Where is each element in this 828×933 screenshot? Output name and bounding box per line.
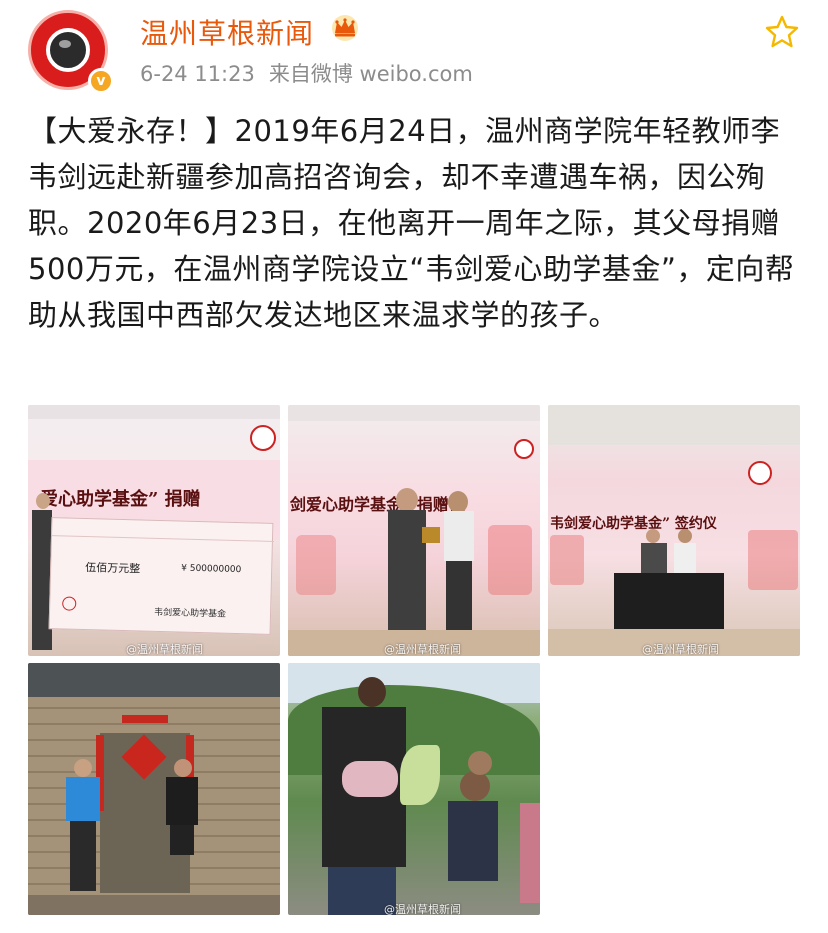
username[interactable]: 温州草根新闻 <box>140 12 314 52</box>
check-amount-number: ¥ 500000000 <box>181 563 242 576</box>
decor-right <box>488 525 532 595</box>
man-left <box>641 543 667 573</box>
man-left-pants <box>70 821 96 891</box>
logo-icon <box>250 425 276 451</box>
logo-icon <box>748 461 772 485</box>
photo-donation-ceremony[interactable]: 剑爱心助学基金” 捐赠仪 @温州草根新闻 <box>288 405 540 656</box>
watermark: @温州草根新闻 <box>384 903 461 915</box>
watermark: @温州草根新闻 <box>126 643 203 656</box>
photo-check-presentation[interactable]: 爱心助学基金” 捐赠 伍佰万元整 ¥ 500000000 韦剑爱心助学基金 @温… <box>28 405 280 656</box>
post-time: 6-24 11:23 <box>140 62 255 86</box>
man-left-head <box>74 759 92 777</box>
watermark: @温州草根新闻 <box>642 643 719 656</box>
ceiling <box>548 405 800 445</box>
photo-children-outdoors[interactable]: @温州草根新闻 <box>288 663 540 915</box>
man-left-shirt <box>66 777 100 821</box>
man-right <box>674 543 696 573</box>
crown-icon <box>332 15 358 41</box>
man-left-head <box>646 529 660 543</box>
ceiling <box>28 405 280 419</box>
post-meta: 6-24 11:23 来自微博 weibo.com <box>140 58 487 88</box>
ceiling <box>288 405 540 421</box>
avatar[interactable]: v <box>28 10 114 94</box>
decor-left <box>296 535 336 595</box>
post-source[interactable]: 来自微博 weibo.com <box>269 62 473 86</box>
photo-village-doorway[interactable] <box>28 663 280 915</box>
man-right-shorts <box>170 825 194 855</box>
man-right-head <box>448 491 468 513</box>
check-seal <box>62 596 77 611</box>
roof-tiles <box>28 663 280 697</box>
child-back-head <box>468 751 492 775</box>
lintel-sign <box>122 715 168 723</box>
man-right-pants <box>446 561 472 631</box>
verified-badge-icon: v <box>88 68 114 94</box>
ground <box>28 895 280 915</box>
man-left <box>388 510 426 630</box>
signing-table <box>614 573 724 629</box>
watermark: @温州草根新闻 <box>384 643 461 656</box>
certificate <box>422 527 440 543</box>
man-right-shirt <box>444 511 474 561</box>
banner-text: 剑爱心助学基金” 捐赠仪 <box>290 495 465 514</box>
decor-left <box>550 535 584 585</box>
check-amount-words: 伍佰万元整 <box>85 561 141 576</box>
check-organization: 韦剑爱心助学基金 <box>153 607 227 620</box>
child-head <box>460 771 490 801</box>
child-body <box>448 801 498 881</box>
man-right-head <box>678 529 692 543</box>
camera-lens-icon <box>46 28 90 72</box>
post-text: 【大爱永存！】2019年6月24日，温州商学院年轻教师李韦剑远赴新疆参加高招咨询… <box>28 114 795 332</box>
man-left-head <box>396 488 418 512</box>
banner-text: 爱心助学基金” 捐赠 <box>40 489 201 510</box>
young-man-head <box>358 677 386 707</box>
banner-text: 韦剑爱心助学基金” 签约仪 <box>550 516 717 532</box>
logo-icon <box>514 439 534 459</box>
baby <box>342 761 398 797</box>
decor-right <box>748 530 798 590</box>
check-header <box>52 518 275 542</box>
man-right-shirt <box>166 777 198 825</box>
man-right-head <box>174 759 192 777</box>
person-right-edge <box>520 803 540 903</box>
leaf <box>400 745 440 805</box>
photo-signing-ceremony[interactable]: 韦剑爱心助学基金” 签约仪 @温州草根新闻 <box>548 405 800 656</box>
person-left-head <box>36 493 50 509</box>
giant-check: 伍佰万元整 ¥ 500000000 韦剑爱心助学基金 <box>48 517 275 635</box>
star-icon[interactable] <box>764 14 800 50</box>
